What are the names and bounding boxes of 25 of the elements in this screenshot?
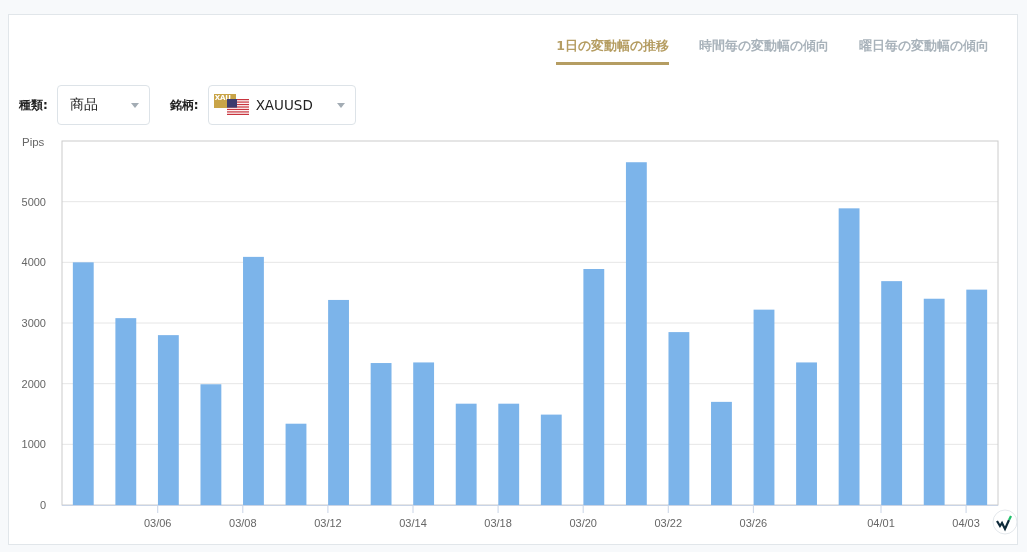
axis-label: 03/06 [143, 517, 172, 529]
axis-label: 0 [39, 499, 46, 511]
axis-label: 5000 [21, 195, 46, 208]
axis-label: 03/22 [654, 517, 683, 529]
tab[interactable]: 1日の変動幅の推移 [556, 15, 669, 65]
tab[interactable]: 曜日毎の変動幅の傾向 [859, 15, 989, 65]
axis-label: 3000 [21, 317, 46, 329]
axis-label: 03/14 [399, 517, 427, 529]
axis-label: 03/08 [229, 517, 257, 529]
filter-label: 種類: [19, 96, 48, 114]
caret-icon [336, 102, 345, 108]
dropdown[interactable]: 商品 [56, 85, 150, 125]
axis-label: 04/01 [867, 517, 895, 529]
axis-label: 2000 [21, 377, 46, 390]
tab[interactable]: 時間毎の変動幅の傾向 [699, 15, 829, 65]
caret-icon [130, 102, 139, 108]
axis-title: Pips [22, 136, 45, 148]
axis-label: 1000 [21, 438, 46, 451]
axis-label: 03/26 [739, 517, 768, 529]
filter-label: 銘柄: [169, 96, 199, 114]
axis-label: 04/03 [952, 517, 980, 529]
axis-label: 03/20 [569, 517, 597, 529]
axis-label: 03/12 [314, 517, 342, 529]
axis-label: 4000 [21, 256, 46, 269]
axis-label: 03/18 [484, 517, 512, 529]
